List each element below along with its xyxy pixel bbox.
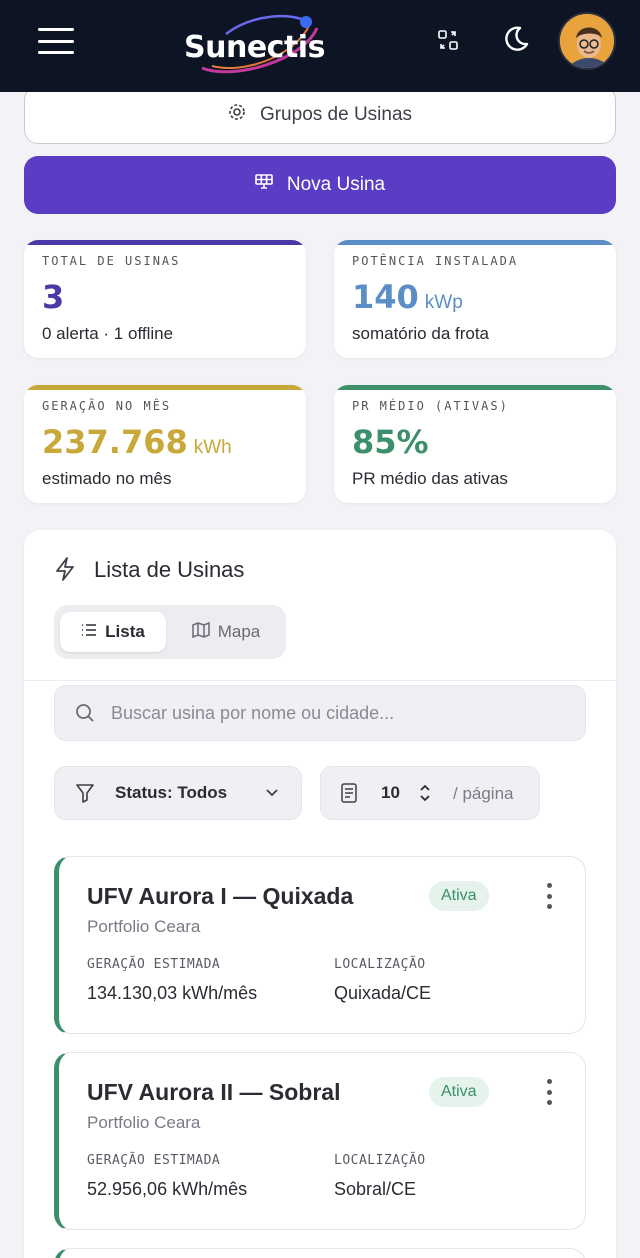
user-avatar[interactable]: [558, 12, 616, 70]
more-options-icon[interactable]: [539, 881, 559, 911]
brand-logo[interactable]: Sunectis: [182, 10, 332, 78]
plant-portfolio: Portfolio Ceara: [87, 917, 201, 936]
tab-list-label: Lista: [105, 622, 145, 641]
view-toggle: Lista Mapa: [54, 605, 286, 659]
generation-label: GERAÇÃO ESTIMADA: [87, 957, 221, 972]
chevron-down-icon: [265, 785, 279, 804]
search-placeholder: Buscar usina por nome ou cidade...: [111, 703, 395, 723]
location-label: LOCALIZAÇÃO: [334, 1153, 426, 1168]
bolt-icon: [54, 556, 76, 587]
stat-value: 140 kWp: [352, 278, 463, 316]
stat-subtext: 0 alerta · 1 offline: [42, 324, 174, 343]
new-plant-button[interactable]: Nova Usina: [24, 156, 616, 214]
groups-button[interactable]: Grupos de Usinas: [24, 86, 616, 144]
plant-portfolio: Portfolio Ceara: [87, 1113, 201, 1132]
stat-card-power: POTÊNCIA INSTALADA 140 kWp somatório da f…: [334, 240, 616, 358]
moon-icon[interactable]: [498, 21, 534, 57]
page-size-value: 10: [381, 783, 400, 802]
location-label: LOCALIZAÇÃO: [334, 957, 426, 972]
chevron-updown-icon: [419, 784, 431, 807]
swap-icon[interactable]: [430, 22, 466, 58]
stat-unit: kWp: [424, 292, 463, 313]
stat-accent-bar: [334, 385, 616, 390]
generation-value: 52.956,06 kWh/mês: [87, 1179, 248, 1199]
list-icon: [81, 622, 97, 642]
map-icon: [191, 621, 210, 643]
status-badge: Ativa: [429, 881, 489, 911]
stat-label: PR MÉDIO (ATIVAS): [352, 399, 509, 413]
new-plant-label: Nova Usina: [286, 174, 386, 195]
stat-accent-bar: [334, 240, 616, 245]
tab-list[interactable]: Lista: [60, 612, 166, 652]
hamburger-icon[interactable]: [38, 28, 74, 54]
plant-card[interactable]: UFV Aurora II — Sobral Portfolio Ceara A…: [54, 1052, 586, 1230]
status-filter-label: Status: Todos: [115, 783, 228, 802]
search-input[interactable]: Buscar usina por nome ou cidade...: [54, 685, 586, 741]
groups-button-label: Grupos de Usinas: [259, 104, 413, 125]
stat-label: GERAÇÃO NO MÊS: [42, 399, 172, 413]
stat-accent-bar: [24, 240, 306, 245]
plant-name: UFV Aurora I — Quixada: [87, 883, 354, 909]
page-size-select[interactable]: 10 / página: [320, 766, 540, 820]
stat-subtext: PR médio das ativas: [352, 469, 508, 488]
stat-label: POTÊNCIA INSTALADA: [352, 254, 519, 268]
top-bar: Sunectis: [0, 0, 640, 92]
stat-value: 3: [42, 278, 65, 316]
document-icon: [341, 783, 357, 808]
gear-icon: [228, 103, 246, 127]
plant-card[interactable]: UFV Aurora I — Quixada Portfolio Ceara A…: [54, 856, 586, 1034]
panel-divider: [24, 680, 616, 681]
tab-map-label: Mapa: [217, 622, 261, 641]
location-value: Sobral/CE: [334, 1179, 417, 1199]
stat-card-total: TOTAL DE USINAS 3 0 alerta · 1 offline: [24, 240, 306, 358]
stat-accent-bar: [24, 385, 306, 390]
stat-value: 85%: [352, 423, 429, 461]
stat-card-generation: GERAÇÃO NO MÊS 237.768 kWh estimado no mê…: [24, 385, 306, 503]
stat-card-pr: PR MÉDIO (ATIVAS) 85% PR médio das ativa…: [334, 385, 616, 503]
brand-name: Sunectis: [184, 30, 325, 65]
more-options-icon[interactable]: [539, 1077, 559, 1107]
tab-map[interactable]: Mapa: [172, 612, 280, 652]
location-value: Quixada/CE: [334, 983, 432, 1003]
stat-label: TOTAL DE USINAS: [42, 254, 181, 268]
stat-value: 237.768 kWh: [42, 423, 232, 461]
generation-label: GERAÇÃO ESTIMADA: [87, 1153, 221, 1168]
status-badge: Ativa: [429, 1077, 489, 1107]
stat-subtext: estimado no mês: [42, 469, 172, 488]
filter-icon: [75, 783, 95, 808]
search-icon: [75, 703, 95, 728]
plant-card-partial[interactable]: [54, 1248, 586, 1258]
generation-value: 134.130,03 kWh/mês: [87, 983, 258, 1003]
solar-panel-icon: [255, 174, 273, 196]
panel-title: Lista de Usinas: [94, 557, 245, 582]
page-size-suffix: / página: [453, 784, 514, 803]
stat-subtext: somatório da frota: [352, 324, 490, 343]
plant-list-panel: Lista de Usinas Lista Mapa Buscar usina …: [24, 530, 616, 1258]
status-filter[interactable]: Status: Todos: [54, 766, 302, 820]
stat-unit: kWh: [193, 437, 232, 458]
plant-name: UFV Aurora II — Sobral: [87, 1079, 341, 1105]
